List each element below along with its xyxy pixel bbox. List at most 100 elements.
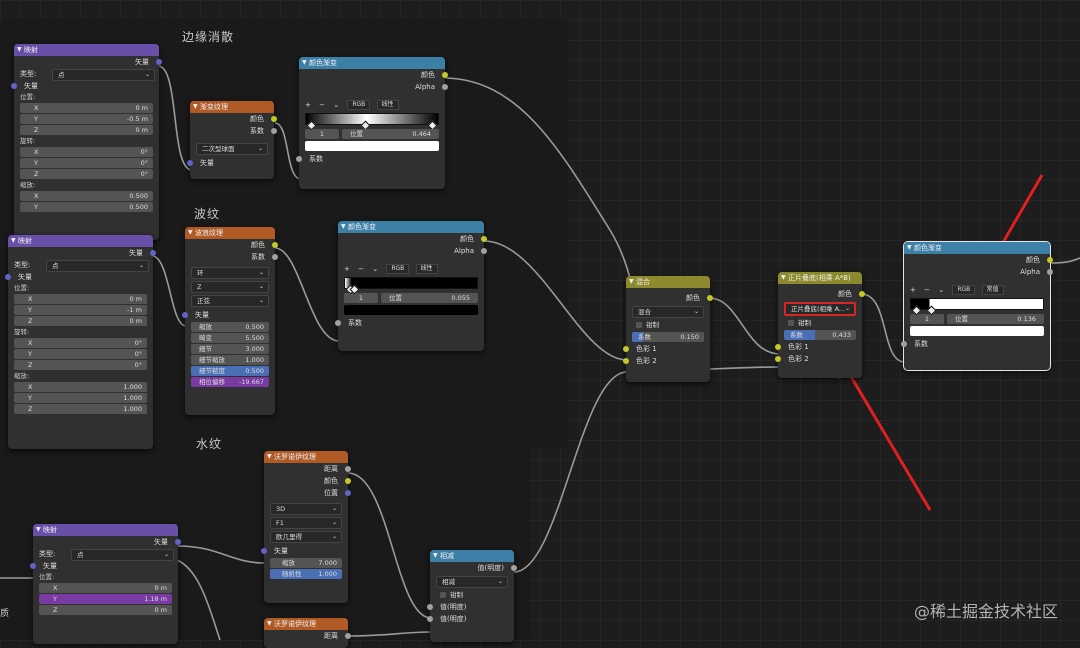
collapse-icon[interactable]: ▼ <box>302 57 307 69</box>
collapse-icon[interactable]: ▼ <box>629 276 634 288</box>
input-socket[interactable] <box>5 274 11 280</box>
input-socket[interactable] <box>623 358 629 364</box>
input-socket[interactable] <box>296 156 302 162</box>
clamp-checkbox[interactable]: 钳制 <box>430 590 514 601</box>
wave-texture-node[interactable]: ▼ 波浪纹理 颜色 系数 环 ⌄ Z ⌄ 正弦 ⌄ 矢量 缩放 0.500 畸变 5.500… <box>182 227 278 415</box>
input-socket[interactable] <box>261 548 267 554</box>
location-z-field[interactable]: Z0 m <box>20 125 153 135</box>
factor-field[interactable]: 系数 0.433 <box>784 330 856 340</box>
location-y-field[interactable]: Y 1.18 m <box>39 594 172 604</box>
stop-index-field[interactable]: 1 <box>910 314 944 324</box>
remove-stop-button[interactable]: − <box>358 265 364 273</box>
output-socket[interactable] <box>156 59 162 65</box>
mix-node-1[interactable]: ▼ 混合 颜色 混合 ⌄ 钳制 系数 0.150 色彩 1 色彩 2 <box>623 276 713 382</box>
color-ramp-node-1[interactable]: ▼ 颜色渐变 颜色 Alpha + − ⌄ RGB 线性 1 位置 0.464 系数 <box>296 57 448 189</box>
detail-scale-field[interactable]: 细节缩放 1.000 <box>191 355 269 365</box>
factor-field[interactable]: 系数 0.150 <box>632 332 704 342</box>
collapse-icon[interactable]: ▼ <box>188 227 193 239</box>
collapse-icon[interactable]: ▼ <box>433 550 438 562</box>
scale-x-field[interactable]: X 0.500 <box>20 191 153 201</box>
output-socket[interactable] <box>345 478 351 484</box>
clamp-checkbox[interactable]: 钳制 <box>778 318 862 329</box>
node-header[interactable]: ▼ 颜色渐变 <box>338 221 484 233</box>
input-socket[interactable] <box>11 83 17 89</box>
node-header[interactable]: ▼ 颜色渐变 <box>299 57 445 69</box>
output-socket[interactable] <box>1047 269 1053 275</box>
mix-node-multiply[interactable]: ▼ 正片叠底(相乘 A*B) 颜色 正片叠底(相乘 A... ⌄ 钳制 系数 0.43… <box>775 272 865 378</box>
location-z-field[interactable]: Z0 m <box>39 605 172 615</box>
node-header[interactable]: ▼ 相减 <box>430 550 514 562</box>
collapse-icon[interactable]: ▼ <box>907 242 912 254</box>
node-header[interactable]: ▼ 映射 <box>14 44 159 56</box>
remove-stop-button[interactable]: − <box>924 286 930 294</box>
scale-x-field[interactable]: X 1.000 <box>14 382 147 392</box>
rotation-z-field[interactable]: Z 0° <box>20 169 153 179</box>
output-socket[interactable] <box>271 128 277 134</box>
location-y-field[interactable]: Y -1 m <box>14 305 147 315</box>
output-socket[interactable] <box>707 295 713 301</box>
ramp-menu-icon[interactable]: ⌄ <box>938 286 944 294</box>
randomness-field[interactable]: 随机性 1.000 <box>270 569 342 579</box>
collapse-icon[interactable]: ▼ <box>781 272 786 284</box>
scale-y-field[interactable]: Y 1.000 <box>14 393 147 403</box>
add-stop-button[interactable]: + <box>305 101 311 109</box>
collapse-icon[interactable]: ▼ <box>193 101 198 113</box>
add-stop-button[interactable]: + <box>344 265 350 273</box>
operation-dropdown[interactable]: 相减 ⌄ <box>436 576 508 588</box>
node-header[interactable]: ▼ 映射 <box>33 524 178 536</box>
scale-field[interactable]: 缩放 7.000 <box>270 558 342 568</box>
output-socket[interactable] <box>481 248 487 254</box>
blend-mode-dropdown[interactable]: 正片叠底(相乘 A... ⌄ <box>784 302 856 316</box>
mapping-node-1[interactable]: ▼ 映射 矢量 类型: 点 ⌄ 矢量 位置: X0 m Y -0.5 m Z0 m 旋转… <box>11 44 162 240</box>
collapse-icon[interactable]: ▼ <box>36 524 41 536</box>
collapse-icon[interactable]: ▼ <box>17 44 22 56</box>
location-y-field[interactable]: Y -0.5 m <box>20 114 153 124</box>
add-stop-button[interactable]: + <box>910 286 916 294</box>
output-socket[interactable] <box>150 250 156 256</box>
stop-index-field[interactable]: 1 <box>305 129 339 139</box>
input-socket[interactable] <box>427 604 433 610</box>
rotation-x-field[interactable]: X 0° <box>20 147 153 157</box>
input-socket[interactable] <box>775 344 781 350</box>
rotation-z-field[interactable]: Z 0° <box>14 360 147 370</box>
location-z-field[interactable]: Z0 m <box>14 316 147 326</box>
distance-metric-dropdown[interactable]: 欧几里得 ⌄ <box>270 531 342 543</box>
output-socket[interactable] <box>345 490 351 496</box>
ramp-menu-icon[interactable]: ⌄ <box>333 101 339 109</box>
clamp-checkbox[interactable]: 钳制 <box>626 320 710 331</box>
dimensions-dropdown[interactable]: 3D ⌄ <box>270 503 342 515</box>
color-mode-dropdown[interactable]: RGB <box>952 285 976 295</box>
color-ramp-bar[interactable] <box>305 113 439 131</box>
input-socket[interactable] <box>901 341 907 347</box>
node-header[interactable]: ▼ 正片叠底(相乘 A*B) <box>778 272 862 284</box>
input-socket[interactable] <box>30 563 36 569</box>
ramp-menu-icon[interactable]: ⌄ <box>372 265 378 273</box>
output-socket[interactable] <box>271 116 277 122</box>
interpolation-dropdown[interactable]: 常值 <box>981 285 1004 295</box>
output-socket[interactable] <box>442 84 448 90</box>
stop-position-field[interactable]: 位置 0.464 <box>342 129 439 139</box>
mapping-node-2[interactable]: ▼ 映射 矢量 类型: 点 ⌄ 矢量 位置: X0 m Y -1 m Z0 m 旋转: … <box>5 235 156 449</box>
stop-position-field[interactable]: 位置 0.136 <box>947 314 1044 324</box>
input-socket[interactable] <box>775 356 781 362</box>
rotation-y-field[interactable]: Y 0° <box>14 349 147 359</box>
detail-roughness-field[interactable]: 细节糙度 0.500 <box>191 366 269 376</box>
output-socket[interactable] <box>859 291 865 297</box>
output-socket[interactable] <box>272 254 278 260</box>
scale-y-field[interactable]: Y 0.500 <box>20 202 153 212</box>
interpolation-dropdown[interactable]: 线性 <box>376 100 399 110</box>
color-ramp-bar[interactable] <box>344 277 478 295</box>
input-socket[interactable] <box>623 346 629 352</box>
gradient-type-dropdown[interactable]: 二次型球面 ⌄ <box>196 143 268 155</box>
mapping-node-3[interactable]: ▼ 映射 矢量 类型: 点 ⌄ 矢量 位置: X0 m Y 1.18 m Z0 m <box>30 524 181 644</box>
blend-mode-dropdown[interactable]: 混合 ⌄ <box>632 306 704 318</box>
color-mode-dropdown[interactable]: RGB <box>386 264 410 274</box>
input-socket[interactable] <box>187 160 193 166</box>
output-socket[interactable] <box>272 242 278 248</box>
collapse-icon[interactable]: ▼ <box>267 451 272 463</box>
color-mode-dropdown[interactable]: RGB <box>347 100 371 110</box>
voronoi-texture-node-1[interactable]: ▼ 沃罗诺伊纹理 距离 颜色 位置 3D ⌄ F1 ⌄ 欧几里得 ⌄ 矢量 缩放 7.00… <box>261 451 351 603</box>
output-socket[interactable] <box>175 539 181 545</box>
node-header[interactable]: ▼ 波浪纹理 <box>185 227 275 239</box>
node-header[interactable]: ▼ 混合 <box>626 276 710 288</box>
